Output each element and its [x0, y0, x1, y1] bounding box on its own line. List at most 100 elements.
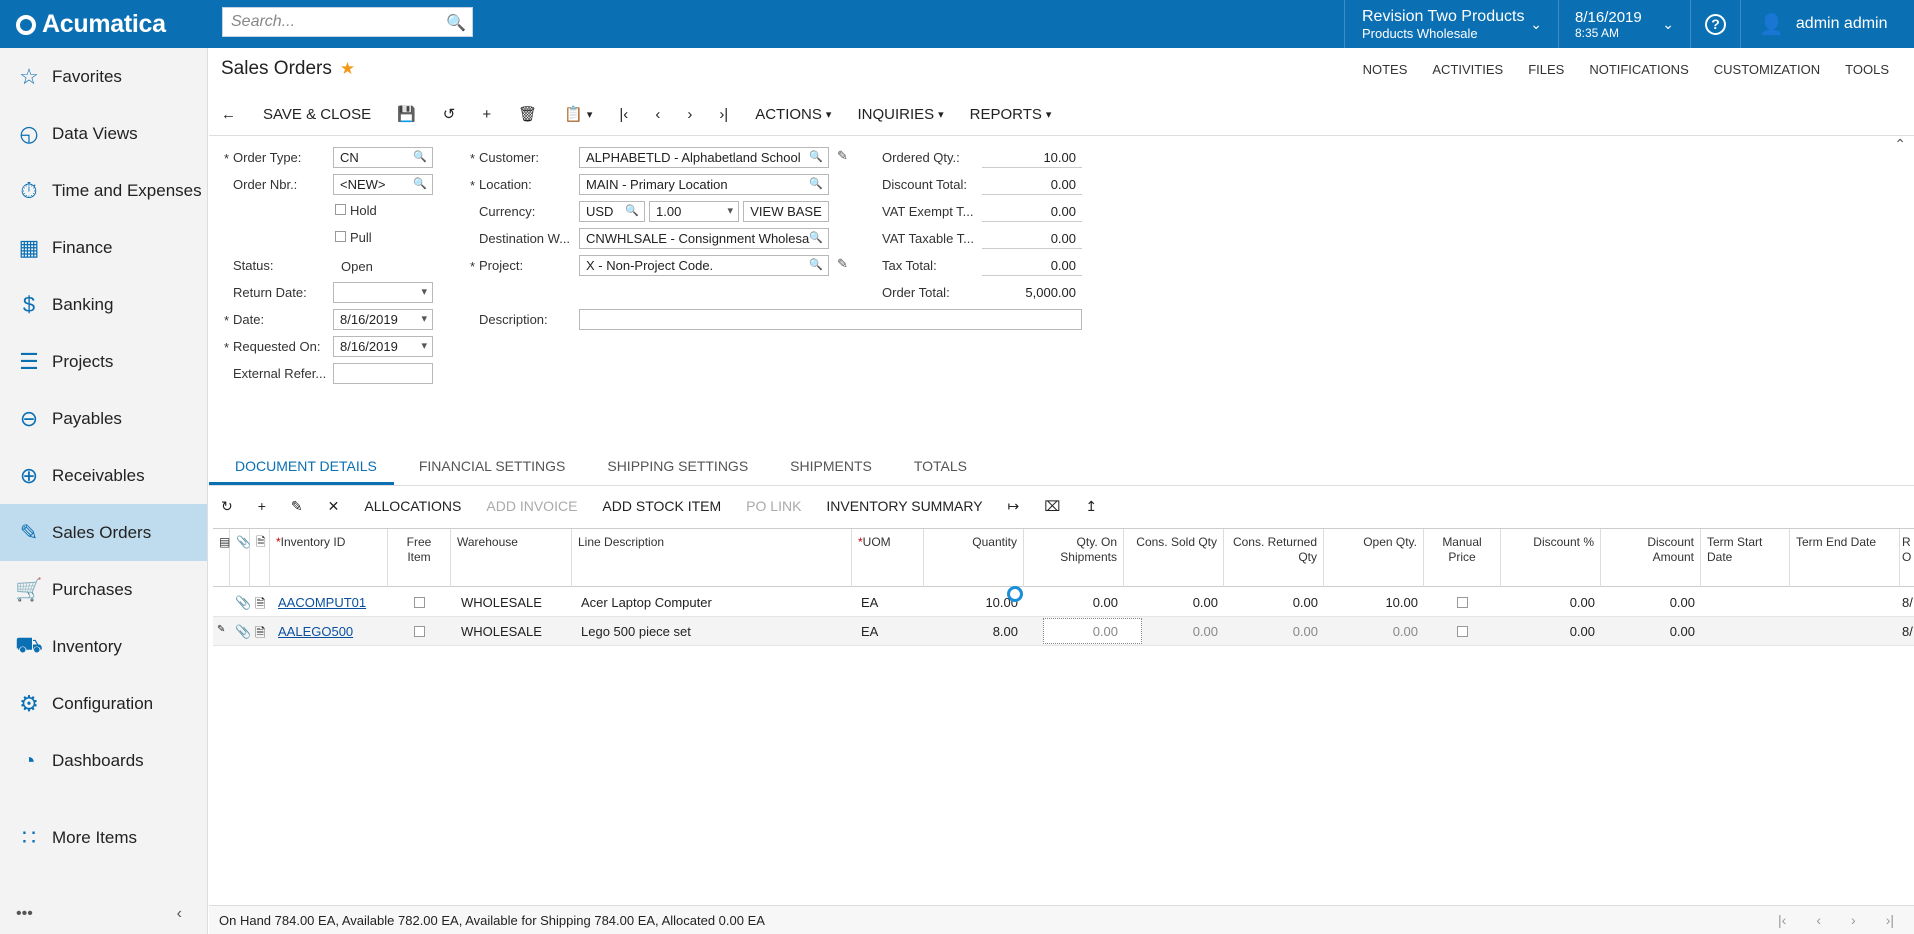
header-uom[interactable]: *UOM — [852, 529, 924, 587]
sidebar-item-time-and-expenses[interactable]: ⏱ Time and Expenses — [0, 162, 207, 219]
sidebar-item-configuration[interactable]: ⚙ Configuration — [0, 675, 207, 732]
edit-row-icon[interactable]: ✎ — [291, 498, 303, 515]
discount-pct-cell[interactable]: 0.00 — [1501, 595, 1595, 610]
header-term-end-date[interactable]: Term End Date — [1790, 529, 1900, 587]
sidebar-item-inventory[interactable]: ⛟ Inventory — [0, 618, 207, 675]
table-row[interactable]: 📎 🗎 AACOMPUT01 WHOLESALE Acer Laptop Com… — [213, 588, 1914, 617]
sidebar-item-finance[interactable]: ▦ Finance — [0, 219, 207, 276]
table-row[interactable]: ✎ 📎 🗎 AALEGO500 WHOLESALE Lego 500 piece… — [213, 617, 1914, 646]
uom-cell[interactable]: EA — [861, 624, 878, 639]
requested-on-cell[interactable]: 8/ — [1902, 624, 1913, 639]
user-menu[interactable]: 👤 admin admin — [1740, 0, 1914, 48]
next-record-icon[interactable]: › — [687, 106, 692, 123]
tools-link[interactable]: TOOLS — [1845, 62, 1889, 77]
order-nbr-field[interactable]: <NEW> 🔍 — [333, 174, 433, 195]
previous-record-icon[interactable]: ‹ — [655, 106, 660, 123]
back-icon[interactable]: ← — [221, 106, 236, 123]
first-record-icon[interactable]: |‹ — [619, 106, 628, 123]
discount-amount-cell[interactable]: 0.00 — [1601, 624, 1695, 639]
header-cons-returned-qty[interactable]: Cons. Returned Qty — [1224, 529, 1324, 587]
currency-field[interactable]: USD 🔍 — [579, 201, 645, 222]
quantity-cell[interactable]: 8.00 — [924, 624, 1018, 639]
attachment-icon[interactable]: 📎 — [235, 624, 251, 640]
branch-selector[interactable]: Revision Two Products Products Wholesale … — [1344, 0, 1558, 48]
upload-icon[interactable]: ↥ — [1085, 498, 1097, 515]
external-ref-field[interactable] — [333, 363, 433, 384]
quantity-cell[interactable]: 10.00 — [924, 595, 1018, 610]
customer-field[interactable]: ALPHABETLD - Alphabetland School 🔍 — [579, 147, 829, 168]
discount-pct-cell[interactable]: 0.00 — [1501, 624, 1595, 639]
view-base-button[interactable]: VIEW BASE — [743, 201, 829, 222]
copy-paste-icon[interactable]: 📋 — [564, 105, 592, 123]
search-icon[interactable]: 🔍 — [809, 177, 823, 190]
collapse-form-icon[interactable]: ⌃ — [1894, 136, 1906, 153]
hold-checkbox[interactable] — [335, 204, 346, 215]
manual-price-checkbox[interactable] — [1457, 597, 1468, 608]
sidebar-item-banking[interactable]: $ Banking — [0, 276, 207, 333]
header-warehouse[interactable]: Warehouse — [451, 529, 572, 587]
free-item-checkbox[interactable] — [414, 597, 425, 608]
notes-link[interactable]: NOTES — [1363, 62, 1408, 77]
chevron-down-icon[interactable]: ▾ — [421, 285, 427, 298]
allocations-button[interactable]: ALLOCATIONS — [364, 498, 461, 514]
header-cons-sold-qty[interactable]: Cons. Sold Qty — [1124, 529, 1224, 587]
sidebar-item-sales-orders[interactable]: ✎ Sales Orders — [0, 504, 207, 561]
sidebar-item-payables[interactable]: ⊖ Payables — [0, 390, 207, 447]
return-date-field[interactable]: ▾ — [333, 282, 433, 303]
po-link-button[interactable]: PO LINK — [746, 498, 801, 514]
free-item-checkbox[interactable] — [414, 626, 425, 637]
note-icon[interactable]: 🗎 — [255, 595, 265, 617]
search-input[interactable]: Search... 🔍 — [222, 7, 473, 37]
search-icon[interactable]: 🔍 — [809, 258, 823, 271]
delete-icon[interactable]: 🗑 — [518, 105, 537, 123]
description-cell[interactable]: Acer Laptop Computer — [581, 595, 712, 610]
save-icon[interactable]: 💾 — [397, 105, 416, 123]
search-icon[interactable]: 🔍 — [625, 204, 639, 217]
inquiries-menu[interactable]: INQUIRIES — [857, 106, 943, 123]
search-icon[interactable]: 🔍 — [809, 150, 823, 163]
tab-financial-settings[interactable]: FINANCIAL SETTINGS — [394, 448, 583, 485]
pull-checkbox[interactable] — [335, 231, 346, 242]
header-open-qty[interactable]: Open Qty. — [1324, 529, 1424, 587]
actions-menu[interactable]: ACTIONS — [755, 106, 831, 123]
add-icon[interactable]: + — [482, 106, 491, 123]
requested-on-cell[interactable]: 8/ — [1902, 595, 1913, 610]
location-field[interactable]: MAIN - Primary Location 🔍 — [579, 174, 829, 195]
inventory-summary-button[interactable]: INVENTORY SUMMARY — [826, 498, 982, 514]
add-row-icon[interactable]: + — [258, 498, 266, 514]
tab-shipping-settings[interactable]: SHIPPING SETTINGS — [582, 448, 765, 485]
export-excel-icon[interactable]: ⌧ — [1044, 498, 1060, 515]
destination-warehouse-field[interactable]: CNWHLSALE - Consignment Wholesa 🔍 — [579, 228, 829, 249]
delete-row-icon[interactable]: ✕ — [328, 498, 340, 515]
activities-link[interactable]: ACTIVITIES — [1432, 62, 1503, 77]
edit-customer-icon[interactable]: ✎ — [837, 148, 848, 164]
notifications-link[interactable]: NOTIFICATIONS — [1589, 62, 1688, 77]
tab-totals[interactable]: TOTALS — [889, 448, 984, 485]
sidebar-item-dashboards[interactable]: ◔ Dashboards — [0, 732, 207, 789]
reports-menu[interactable]: REPORTS — [970, 106, 1052, 123]
header-inventory-id[interactable]: *Inventory ID — [270, 529, 388, 587]
previous-page-icon[interactable]: ‹ — [1816, 912, 1821, 928]
save-close-button[interactable]: SAVE & CLOSE — [263, 106, 371, 123]
header-requested-on[interactable]: R O — [1900, 529, 1914, 587]
discount-amount-cell[interactable]: 0.00 — [1601, 595, 1695, 610]
header-quantity[interactable]: Quantity — [924, 529, 1024, 587]
header-qty-on-shipments[interactable]: Qty. On Shipments — [1024, 529, 1124, 587]
requested-on-field[interactable]: 8/16/2019 ▾ — [333, 336, 433, 357]
inventory-id-link[interactable]: AALEGO500 — [278, 624, 353, 639]
tab-document-details[interactable]: DOCUMENT DETAILS — [209, 448, 394, 485]
header-term-start-date[interactable]: Term Start Date — [1701, 529, 1790, 587]
add-invoice-button[interactable]: ADD INVOICE — [486, 498, 577, 514]
currency-rate-field[interactable]: 1.00 ▾ — [649, 201, 739, 222]
chevron-down-icon[interactable]: ▾ — [421, 339, 427, 352]
last-record-icon[interactable]: ›| — [719, 106, 728, 123]
fit-columns-icon[interactable]: ↦ — [1008, 498, 1020, 515]
project-field[interactable]: X - Non-Project Code. 🔍 — [579, 255, 829, 276]
search-icon[interactable]: 🔍 — [809, 231, 823, 244]
header-discount-pct[interactable]: Discount % — [1501, 529, 1601, 587]
search-icon[interactable]: 🔍 — [413, 150, 427, 163]
sidebar-item-projects[interactable]: ☰ Projects — [0, 333, 207, 390]
undo-icon[interactable]: ↺ — [443, 105, 456, 123]
header-free-item[interactable]: Free Item — [388, 529, 451, 587]
sidebar-item-more-items[interactable]: ∷ More Items — [0, 809, 207, 866]
